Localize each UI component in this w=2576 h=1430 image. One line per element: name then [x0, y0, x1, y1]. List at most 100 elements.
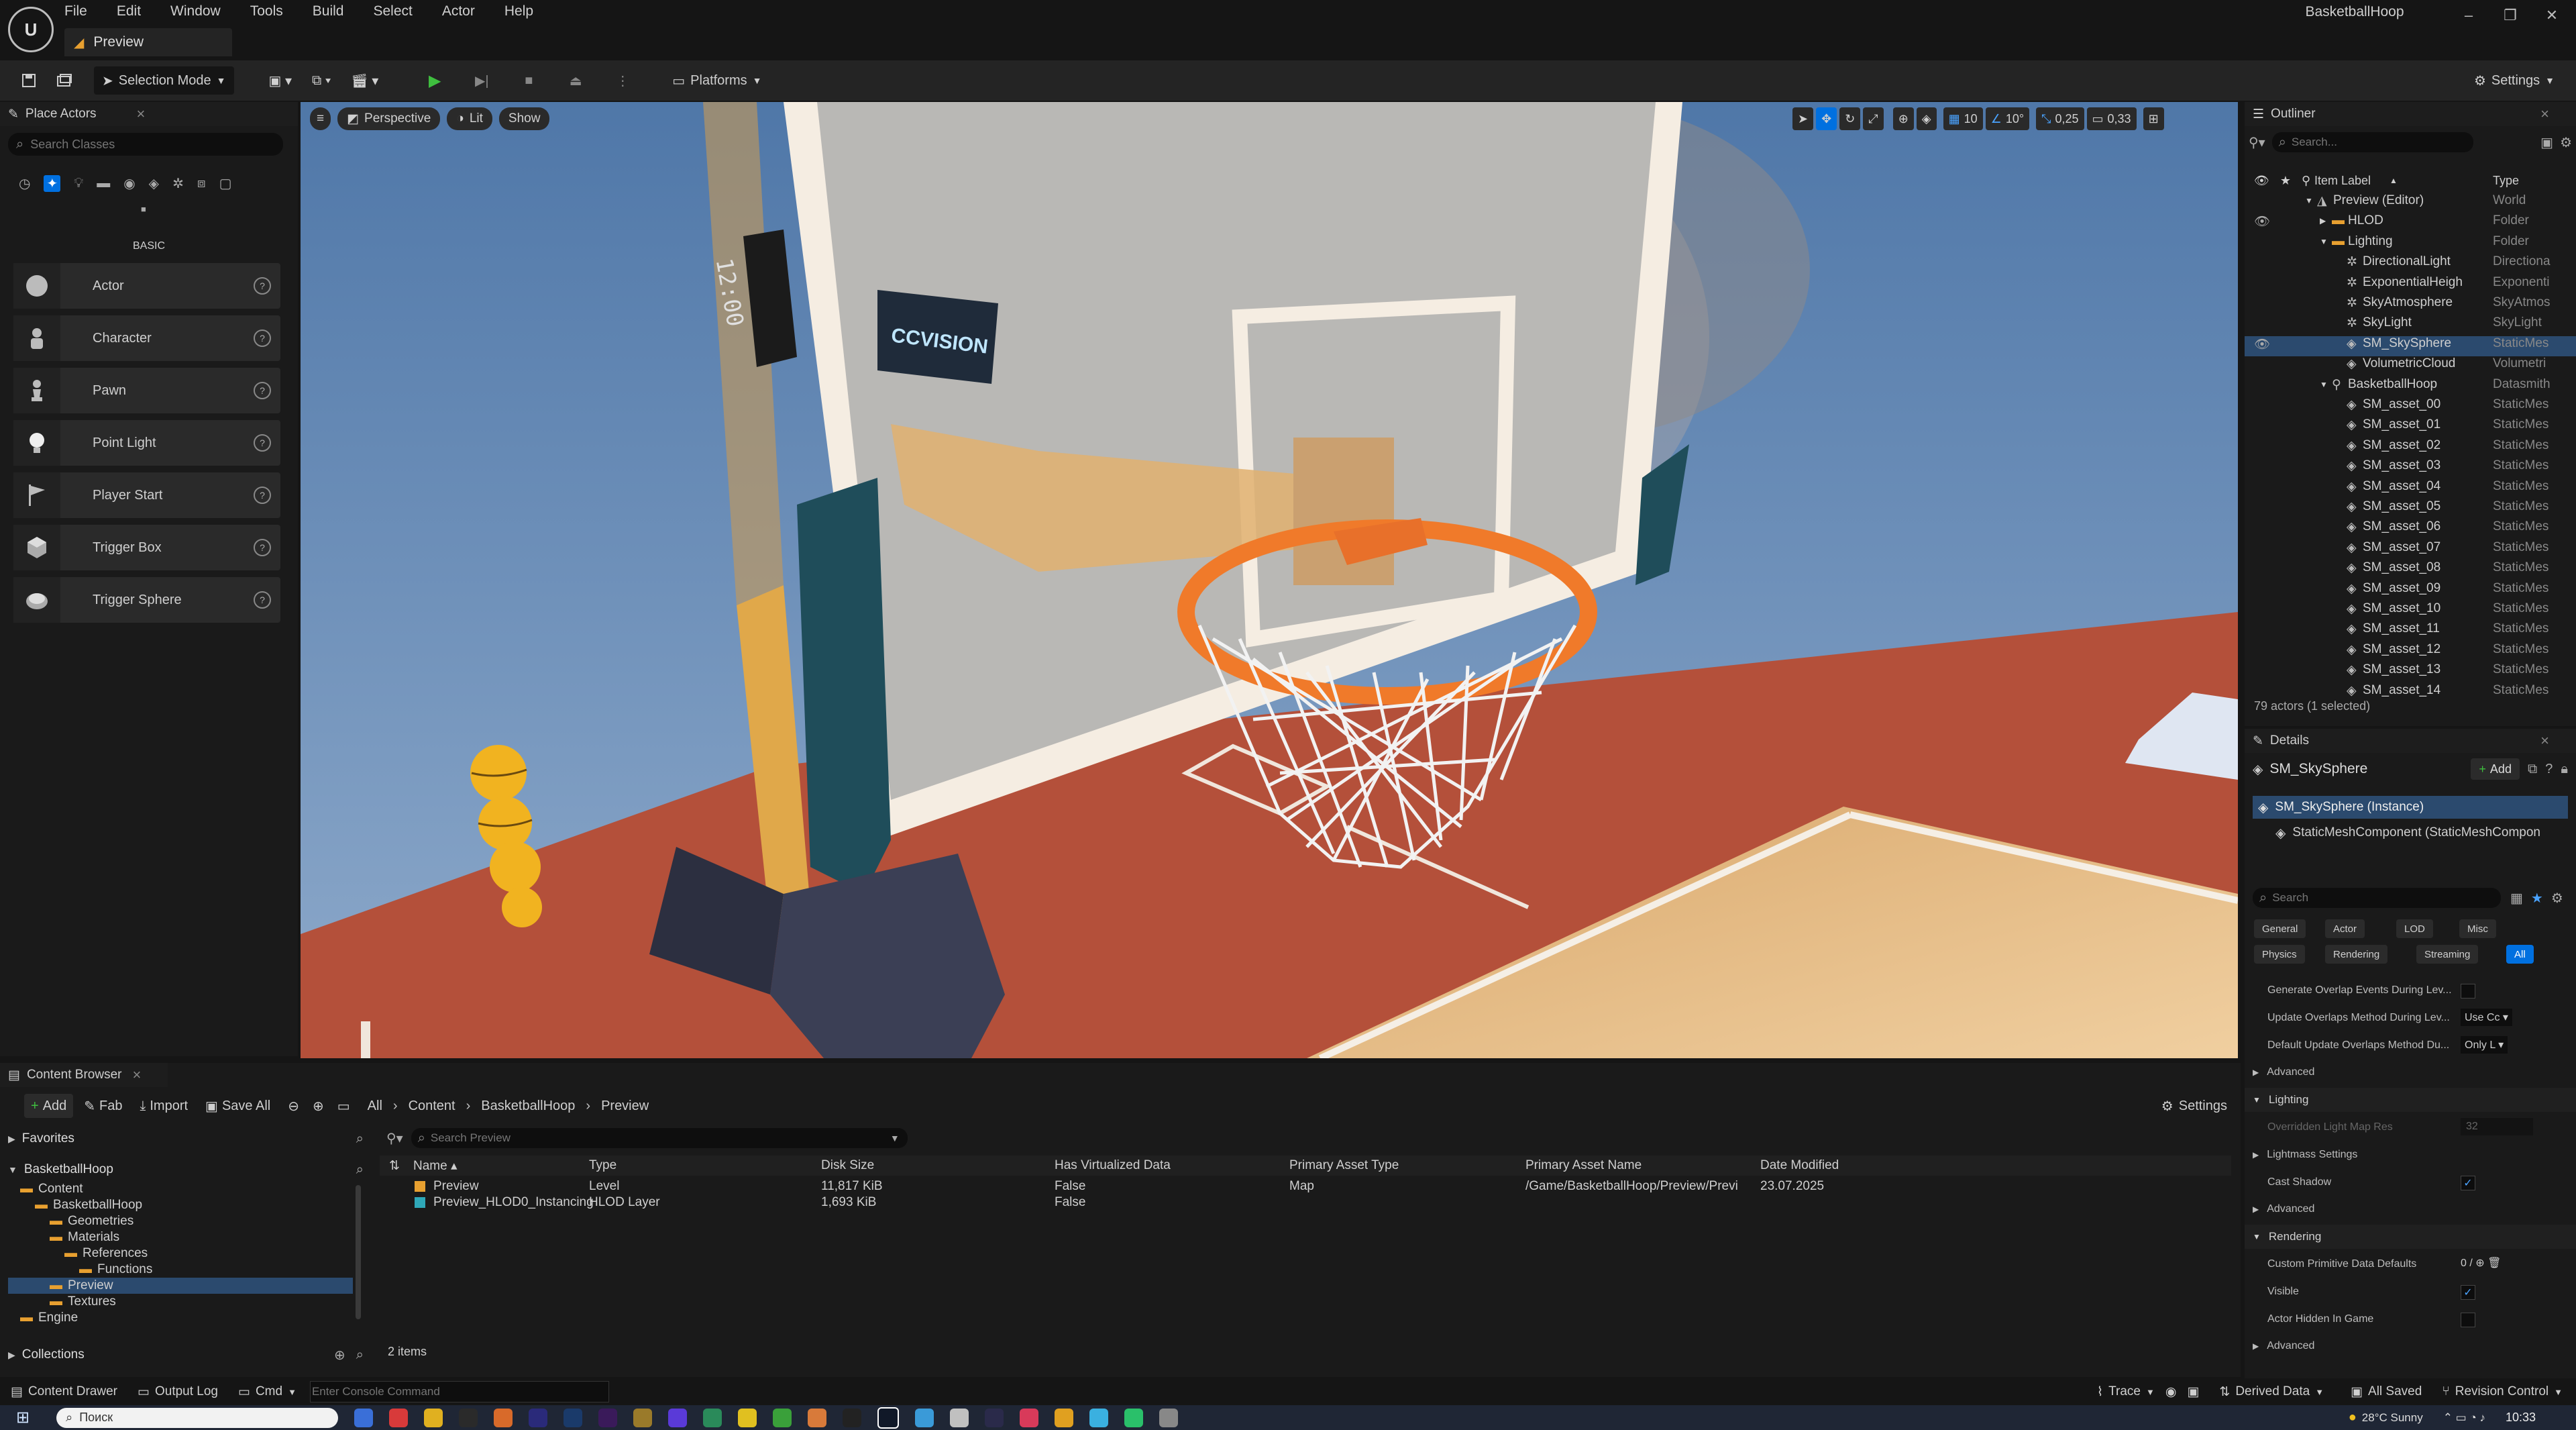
revision-control-button[interactable]: ⑂ Revision Control ▼	[2442, 1384, 2563, 1399]
folder-tree-item[interactable]: ▬ Content	[8, 1181, 353, 1197]
grid-view-icon[interactable]: ▦	[2510, 890, 2523, 907]
content-browser-tab[interactable]: ▤ Content Browser ×	[0, 1063, 168, 1087]
outliner-row[interactable]: ✲ SkyAtmosphere SkyAtmos	[2245, 295, 2576, 315]
visual-effects-icon[interactable]: ◈	[149, 175, 159, 192]
add-component-button[interactable]: + Add	[2471, 758, 2520, 780]
outliner-row[interactable]: ◈ SM_asset_06 StaticMes	[2245, 519, 2576, 540]
recent-icon[interactable]: ◷	[19, 175, 30, 192]
tree-scrollbar[interactable]	[356, 1185, 361, 1319]
component-row[interactable]: ◈ StaticMeshComponent (StaticMeshCompon	[2275, 821, 2568, 844]
app-icon[interactable]	[564, 1408, 583, 1427]
cinematics-icon[interactable]: 🎬︎ ▾	[343, 66, 386, 95]
add-collection-icon[interactable]: ⊕	[334, 1347, 345, 1364]
outliner-row[interactable]: ◈ SM_asset_11 StaticMes	[2245, 621, 2576, 642]
folder-tree-item[interactable]: ▬ Textures	[8, 1294, 353, 1310]
filter-chip[interactable]: LOD	[2396, 919, 2433, 938]
windows-start-icon[interactable]: ⊞	[16, 1408, 30, 1427]
asset-search-field[interactable]: ⌕ ▼	[411, 1128, 908, 1148]
filter-chip[interactable]: Misc	[2459, 919, 2496, 938]
outliner-row[interactable]: 👁︎ ◈ SM_SkySphere StaticMes	[2245, 336, 2576, 356]
folder-tree-item[interactable]: ▬ Engine	[8, 1310, 353, 1326]
folder-tree-item[interactable]: ▬ References	[8, 1245, 353, 1262]
outliner-row[interactable]: ◈ SM_asset_12 StaticMes	[2245, 642, 2576, 662]
details-subsection[interactable]: ▶ Lightmass Settings	[2245, 1143, 2576, 1167]
viewport-layout-icon[interactable]: ⊞	[2143, 107, 2164, 130]
minimize-icon[interactable]: –	[2449, 7, 2489, 27]
screenshot-icon[interactable]: ▣	[2187, 1384, 2199, 1400]
help-icon[interactable]: ?	[254, 382, 271, 399]
favorite-icon[interactable]: ★	[2531, 890, 2543, 907]
blueprint-icon[interactable]: ⧉	[2528, 762, 2537, 777]
filter-chip[interactable]: Physics	[2254, 945, 2305, 964]
content-settings-button[interactable]: ⚙ Settings	[2155, 1094, 2234, 1118]
platforms-button[interactable]: ▭ Platforms ▼	[664, 66, 769, 95]
app-icon[interactable]	[773, 1408, 792, 1427]
selection-mode-button[interactable]: ➤ Selection Mode ▼	[94, 66, 234, 95]
menu-window[interactable]: Window	[170, 3, 221, 19]
outliner-row[interactable]: ▼ ▬ Lighting Folder	[2245, 234, 2576, 254]
output-log-button[interactable]: ▭ Output Log	[138, 1384, 218, 1400]
outliner-tab[interactable]: ☰ Outliner ×	[2245, 102, 2576, 126]
asset-row[interactable]: Preview_HLOD0_Instancing HLOD Layer 1,693 …	[380, 1194, 2231, 1211]
outliner-row[interactable]: ▼ ⚲ BasketballHoop Datasmith	[2245, 377, 2576, 397]
outliner-row[interactable]: ◈ VolumetricCloud Volumetri	[2245, 356, 2576, 376]
cinematic-icon[interactable]: ◉	[123, 175, 135, 192]
tray-icons[interactable]: ⌃ ▭ ◔ ♪	[2443, 1411, 2485, 1425]
folder-tree-item[interactable]: ▬ BasketballHoop	[8, 1197, 353, 1213]
outliner-row[interactable]: ◈ SM_asset_08 StaticMes	[2245, 560, 2576, 580]
menu-help[interactable]: Help	[504, 3, 533, 19]
app-icon[interactable]	[529, 1408, 548, 1427]
content-drawer-button[interactable]: ▤ Content Drawer	[11, 1384, 117, 1400]
console-input[interactable]	[309, 1381, 609, 1402]
outliner-search-input[interactable]	[2290, 135, 2454, 150]
expand-arrow-icon[interactable]: ▼	[2320, 237, 2328, 246]
app-icon[interactable]	[1089, 1408, 1109, 1427]
outliner-row[interactable]: ◈ SM_asset_03 StaticMes	[2245, 458, 2576, 478]
help-icon[interactable]: ?	[254, 277, 271, 295]
actor-item-player-start[interactable]: Player Start ?	[13, 472, 280, 518]
app-icon[interactable]	[424, 1408, 443, 1427]
world-local-icon[interactable]: ⊕	[1892, 107, 1914, 130]
camera-speed-button[interactable]: ▭ 0,33	[2086, 107, 2137, 130]
folder-tree-item[interactable]: ▬ Materials	[8, 1229, 353, 1245]
volumes-icon[interactable]: ⧈	[197, 176, 206, 191]
eject-icon[interactable]: ⏏	[554, 66, 597, 95]
add-button[interactable]: + Add	[24, 1094, 74, 1118]
outliner-row[interactable]: ◈ SM_asset_09 StaticMes	[2245, 581, 2576, 601]
more-icon[interactable]: ■	[141, 204, 146, 214]
outliner-row[interactable]: ◈ SM_asset_07 StaticMes	[2245, 540, 2576, 560]
maximize-icon[interactable]: ❐	[2490, 7, 2530, 27]
app-icon[interactable]	[915, 1408, 934, 1427]
settings-button[interactable]: ⚙ Settings ▼	[2466, 66, 2563, 95]
play-icon[interactable]: ▶	[413, 66, 456, 95]
details-subsection[interactable]: ▶ Advanced	[2245, 1334, 2576, 1358]
help-icon[interactable]: ?	[254, 329, 271, 347]
lights-icon[interactable]: 💡︎	[74, 176, 83, 191]
column-header[interactable]: Has Virtualized Data	[1055, 1158, 1171, 1173]
app-icon[interactable]	[598, 1408, 618, 1427]
visibility-toggle-icon[interactable]: 👁︎	[2254, 336, 2270, 352]
help-icon[interactable]: ?	[254, 487, 271, 504]
save-icon[interactable]	[13, 66, 44, 95]
expand-arrow-icon[interactable]: ▼	[2305, 196, 2313, 205]
details-category[interactable]: ▼ Lighting	[2245, 1088, 2576, 1113]
outliner-row[interactable]: ◈ SM_asset_13 StaticMes	[2245, 662, 2576, 682]
app-icon[interactable]	[950, 1408, 969, 1427]
filter-chip[interactable]: General	[2254, 919, 2306, 938]
details-search-field[interactable]: ⌕	[2253, 888, 2501, 908]
details-subsection[interactable]: ▶ Advanced	[2245, 1060, 2576, 1084]
actor-item-actor[interactable]: Actor ?	[13, 263, 280, 309]
app-icon[interactable]	[843, 1408, 862, 1427]
level-tab[interactable]: ◢ Preview	[64, 28, 232, 56]
details-settings-icon[interactable]: ⚙	[2551, 890, 2563, 907]
folder-tree-item[interactable]: ▬ Preview	[8, 1278, 353, 1294]
app-icon[interactable]	[1055, 1408, 1074, 1427]
all-classes-icon[interactable]: ▢	[219, 175, 232, 192]
close-tab-icon[interactable]: ×	[2540, 105, 2549, 123]
actor-item-point-light[interactable]: Point Light ?	[13, 420, 280, 466]
add-actor-icon[interactable]: ▣ ▾	[261, 66, 301, 95]
add-folder-icon[interactable]: ▣	[2540, 134, 2553, 151]
fab-button[interactable]: ✎ Fab	[77, 1094, 129, 1118]
level-viewport[interactable]: 12:00 CCVISION ≡ ◩ Perspective ◑ Lit Sho…	[301, 102, 2238, 1058]
collections-row[interactable]: ▶ Collections ⊕ ⌕	[8, 1345, 364, 1365]
